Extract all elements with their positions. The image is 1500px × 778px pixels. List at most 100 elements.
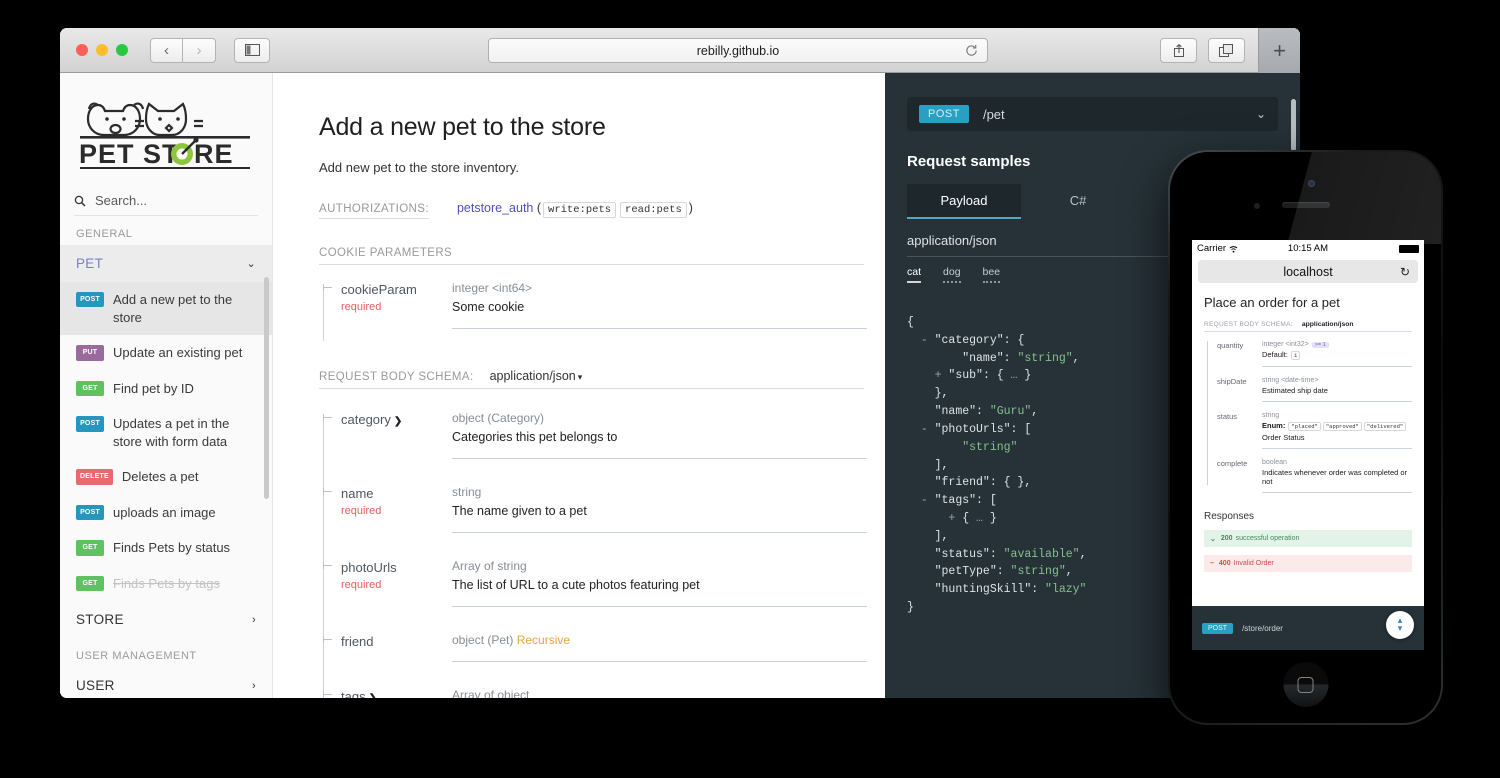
- mobile-property-enum: Enum: "placed""approved""delivered": [1262, 421, 1412, 431]
- mobile-property-default: Default: 1: [1262, 350, 1412, 360]
- petstore-logo: PET ST RE: [60, 73, 272, 183]
- search-placeholder: Search...: [95, 193, 147, 208]
- show-sidebar-button[interactable]: [234, 38, 270, 63]
- chevron-down-icon[interactable]: ▾: [578, 372, 583, 383]
- schema-property-row: namerequiredstring The name given to a pe…: [319, 471, 867, 545]
- property-description: The name given to a pet: [452, 504, 867, 518]
- sample-tab-dog[interactable]: dog: [943, 266, 961, 283]
- property-name-cell: category❯: [319, 411, 452, 459]
- chevron-right-icon: ›: [197, 43, 202, 58]
- minimize-window-button[interactable]: [96, 44, 108, 56]
- reload-icon[interactable]: [965, 44, 978, 60]
- mobile-property-type-text: boolean: [1262, 459, 1287, 466]
- show-tabs-button[interactable]: [1208, 38, 1245, 63]
- sample-tab-cat[interactable]: cat: [907, 266, 921, 283]
- mobile-property-body: string <date-time>Estimated ship date: [1262, 377, 1412, 402]
- request-body-schema-value[interactable]: application/json: [490, 369, 576, 383]
- cookie-parameter-list: cookieParam required integer <int64> Som…: [319, 267, 867, 341]
- property-body: string The name given to a pet: [452, 485, 867, 533]
- address-bar[interactable]: rebilly.github.io: [488, 38, 988, 63]
- property-name: name: [341, 486, 374, 501]
- mobile-response-row[interactable]: ⌄200successful operation: [1204, 530, 1412, 547]
- expand-arrow-icon[interactable]: ❯: [394, 416, 402, 427]
- mobile-endpoint-footer[interactable]: POST /store/order ▴▾: [1192, 606, 1424, 650]
- sidebar-group-store[interactable]: STORE ›: [60, 601, 272, 638]
- auth-name[interactable]: petstore_auth: [457, 201, 533, 215]
- browser-window: ‹ › rebilly.github.io: [60, 28, 1300, 698]
- toolbar-right-buttons: [1160, 38, 1245, 63]
- mobile-rbs-value[interactable]: application/json: [1302, 321, 1354, 328]
- mobile-property-name: shipDate: [1204, 377, 1262, 402]
- api-doc-content: Add a new pet to the store Add new pet t…: [273, 73, 885, 698]
- sidebar-group-user[interactable]: USER ›: [60, 667, 272, 698]
- tree-tick-icon: [323, 287, 332, 288]
- mobile-response-row[interactable]: –400Invalid Order: [1204, 555, 1412, 572]
- chevron-down-icon: ⌄: [246, 257, 256, 270]
- mobile-doc-content: Place an order for a pet REQUEST BODY SC…: [1192, 283, 1424, 572]
- mobile-property-type-text: string <date-time>: [1262, 377, 1318, 384]
- forward-button[interactable]: ›: [183, 38, 216, 63]
- sidebar-scrollbar[interactable]: [264, 277, 269, 499]
- sidebar-operation-item[interactable]: GETFinds Pets by tags: [60, 566, 272, 602]
- sidebar-section-user-management: USER MANAGEMENT: [60, 638, 272, 667]
- sidebar-group-pet[interactable]: PET ⌄: [60, 245, 272, 282]
- endpoint-selector[interactable]: POST /pet ⌄: [907, 97, 1278, 131]
- status-time: 10:15 AM: [1192, 243, 1424, 254]
- tab-payload[interactable]: Payload: [907, 184, 1021, 219]
- home-button[interactable]: [1283, 662, 1328, 707]
- sidebar-operation-item[interactable]: POSTuploads an image: [60, 495, 272, 531]
- property-required: required: [341, 579, 452, 591]
- proximity-sensor-icon: [1254, 203, 1260, 209]
- cookie-param-name: cookieParam: [341, 282, 417, 297]
- browser-titlebar: ‹ › rebilly.github.io: [60, 28, 1300, 73]
- maximize-window-button[interactable]: [116, 44, 128, 56]
- back-button[interactable]: ‹: [150, 38, 183, 63]
- endpoint-path: /pet: [983, 107, 1005, 122]
- mobile-responses-title: Responses: [1204, 511, 1412, 522]
- mobile-property-type-text: string: [1262, 412, 1279, 419]
- sidebar-operation-item[interactable]: PUTUpdate an existing pet: [60, 335, 272, 371]
- chevron-down-icon[interactable]: ⌄: [1256, 107, 1266, 121]
- mobile-property-name: quantity: [1204, 341, 1262, 367]
- svg-text:RE: RE: [194, 139, 234, 169]
- sidebar-operation-item[interactable]: POSTUpdates a pet in the store with form…: [60, 406, 272, 459]
- cookie-parameters-label: COOKIE PARAMETERS: [319, 247, 864, 265]
- mobile-property-name: complete: [1204, 459, 1262, 493]
- property-type-text: object (Category): [452, 411, 544, 425]
- mobile-property-row: quantityinteger <int32>>= 1Default: 1: [1204, 335, 1412, 371]
- new-tab-button[interactable]: +: [1258, 28, 1300, 73]
- sidebar-operation-item[interactable]: DELETEDeletes a pet: [60, 459, 272, 495]
- close-window-button[interactable]: [76, 44, 88, 56]
- schema-property-row: tags❯Array of objectTags attached to the…: [319, 674, 867, 698]
- property-type: Array of string: [452, 559, 867, 573]
- screen-glare: [1170, 152, 1441, 244]
- sidebar-operation-item[interactable]: POSTAdd a new pet to the store: [60, 282, 272, 335]
- property-name-cell: photoUrlsrequired: [319, 559, 452, 607]
- sidebar-search[interactable]: Search...: [74, 193, 258, 216]
- expand-arrow-icon[interactable]: ❯: [369, 693, 377, 698]
- mobile-enum-chip: "approved": [1323, 422, 1362, 431]
- property-name-cell: namerequired: [319, 485, 452, 533]
- response-code: 400: [1219, 560, 1231, 567]
- property-type-text: string: [452, 485, 481, 499]
- sample-tab-bee[interactable]: bee: [983, 266, 1001, 283]
- reload-icon[interactable]: ↻: [1400, 265, 1410, 279]
- share-button[interactable]: [1160, 38, 1197, 63]
- sidebar-operation-label: Find pet by ID: [113, 380, 194, 398]
- sidebar-operation-item[interactable]: GETFinds Pets by status: [60, 530, 272, 566]
- property-name: friend: [341, 634, 374, 649]
- sidebar-group-store-label: STORE: [76, 612, 124, 627]
- tab-csharp[interactable]: C#: [1021, 184, 1135, 219]
- property-body: Array of stringThe list of URL to a cute…: [452, 559, 867, 607]
- mobile-endpoint-path: /store/order: [1242, 624, 1283, 633]
- property-type: Array of object: [452, 688, 867, 698]
- tree-tick-icon: [323, 491, 332, 492]
- method-badge-post: POST: [76, 416, 104, 431]
- url-text: rebilly.github.io: [697, 44, 779, 58]
- expand-collapse-toggle[interactable]: ▴▾: [1386, 611, 1414, 639]
- screenshot-root: ‹ › rebilly.github.io: [0, 0, 1500, 778]
- page-scrollbar[interactable]: [1291, 99, 1296, 151]
- mobile-property-type: boolean: [1262, 459, 1412, 466]
- mobile-address-bar[interactable]: localhost ↻: [1198, 260, 1418, 283]
- sidebar-operation-item[interactable]: GETFind pet by ID: [60, 371, 272, 407]
